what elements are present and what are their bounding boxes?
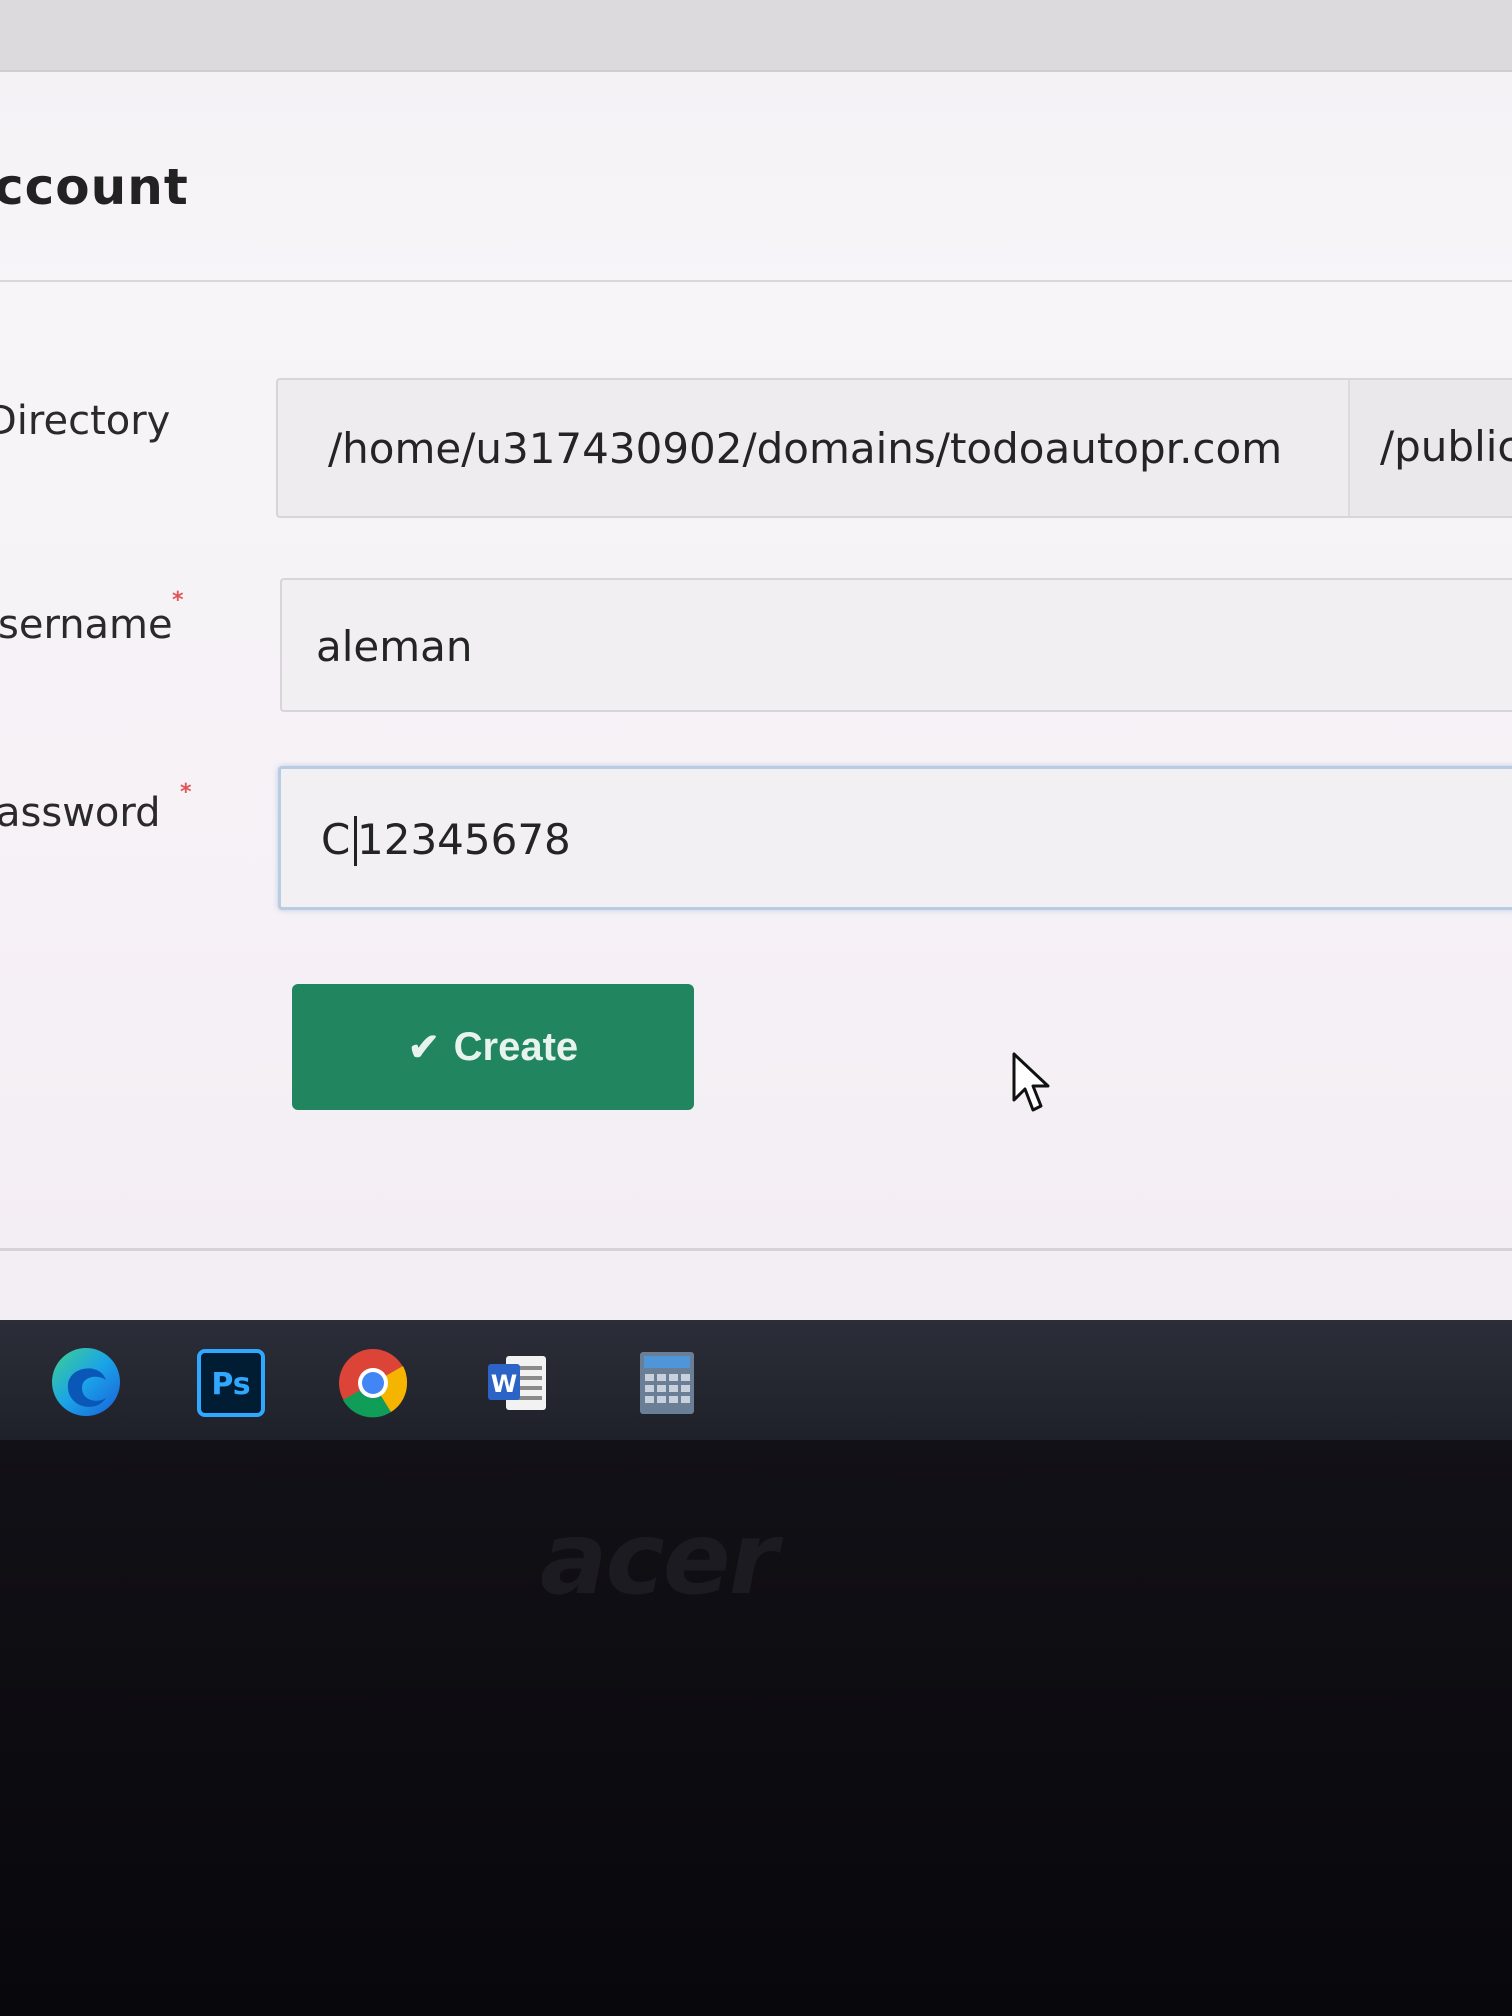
svg-text:Ps: Ps: [211, 1367, 250, 1402]
password-value-rest: 12345678: [357, 815, 571, 864]
directory-suffix: /public: [1380, 422, 1512, 471]
taskbar: Ps W: [0, 1320, 1512, 1440]
edge-icon[interactable]: [48, 1344, 124, 1420]
password-value-start: C: [321, 815, 351, 864]
password-required-mark: *: [180, 780, 192, 805]
check-icon: ✔: [407, 1026, 440, 1069]
username-input[interactable]: aleman: [280, 578, 1512, 712]
page-title: ccount: [0, 158, 189, 216]
username-required-mark: *: [172, 588, 184, 613]
directory-field[interactable]: /home/u317430902/domains/todoautopr.com …: [276, 378, 1512, 518]
word-icon[interactable]: W: [484, 1348, 554, 1418]
photoshop-icon[interactable]: Ps: [196, 1348, 266, 1418]
username-value: aleman: [316, 622, 473, 671]
calculator-icon[interactable]: [632, 1348, 702, 1418]
form-bottom-divider: [0, 1248, 1512, 1251]
title-divider: [0, 280, 1512, 282]
page-top-band: [0, 0, 1512, 72]
browser-page: ccount Directory /home/u317430902/domain…: [0, 0, 1512, 1320]
device-brand-logo: acer: [540, 1500, 778, 1617]
mouse-pointer-icon: [1012, 1052, 1050, 1112]
svg-text:W: W: [491, 1370, 517, 1398]
username-label: sername: [0, 602, 173, 648]
text-caret: [354, 816, 357, 866]
password-input[interactable]: C 12345678: [278, 766, 1512, 910]
directory-value: /home/u317430902/domains/todoautopr.com: [328, 424, 1283, 473]
chrome-icon[interactable]: [336, 1346, 410, 1420]
create-button[interactable]: ✔ Create: [292, 984, 694, 1110]
password-label: assword: [0, 790, 161, 836]
directory-label: Directory: [0, 398, 171, 444]
create-button-label: Create: [453, 1024, 579, 1069]
directory-suffix-box: /public: [1350, 380, 1512, 516]
